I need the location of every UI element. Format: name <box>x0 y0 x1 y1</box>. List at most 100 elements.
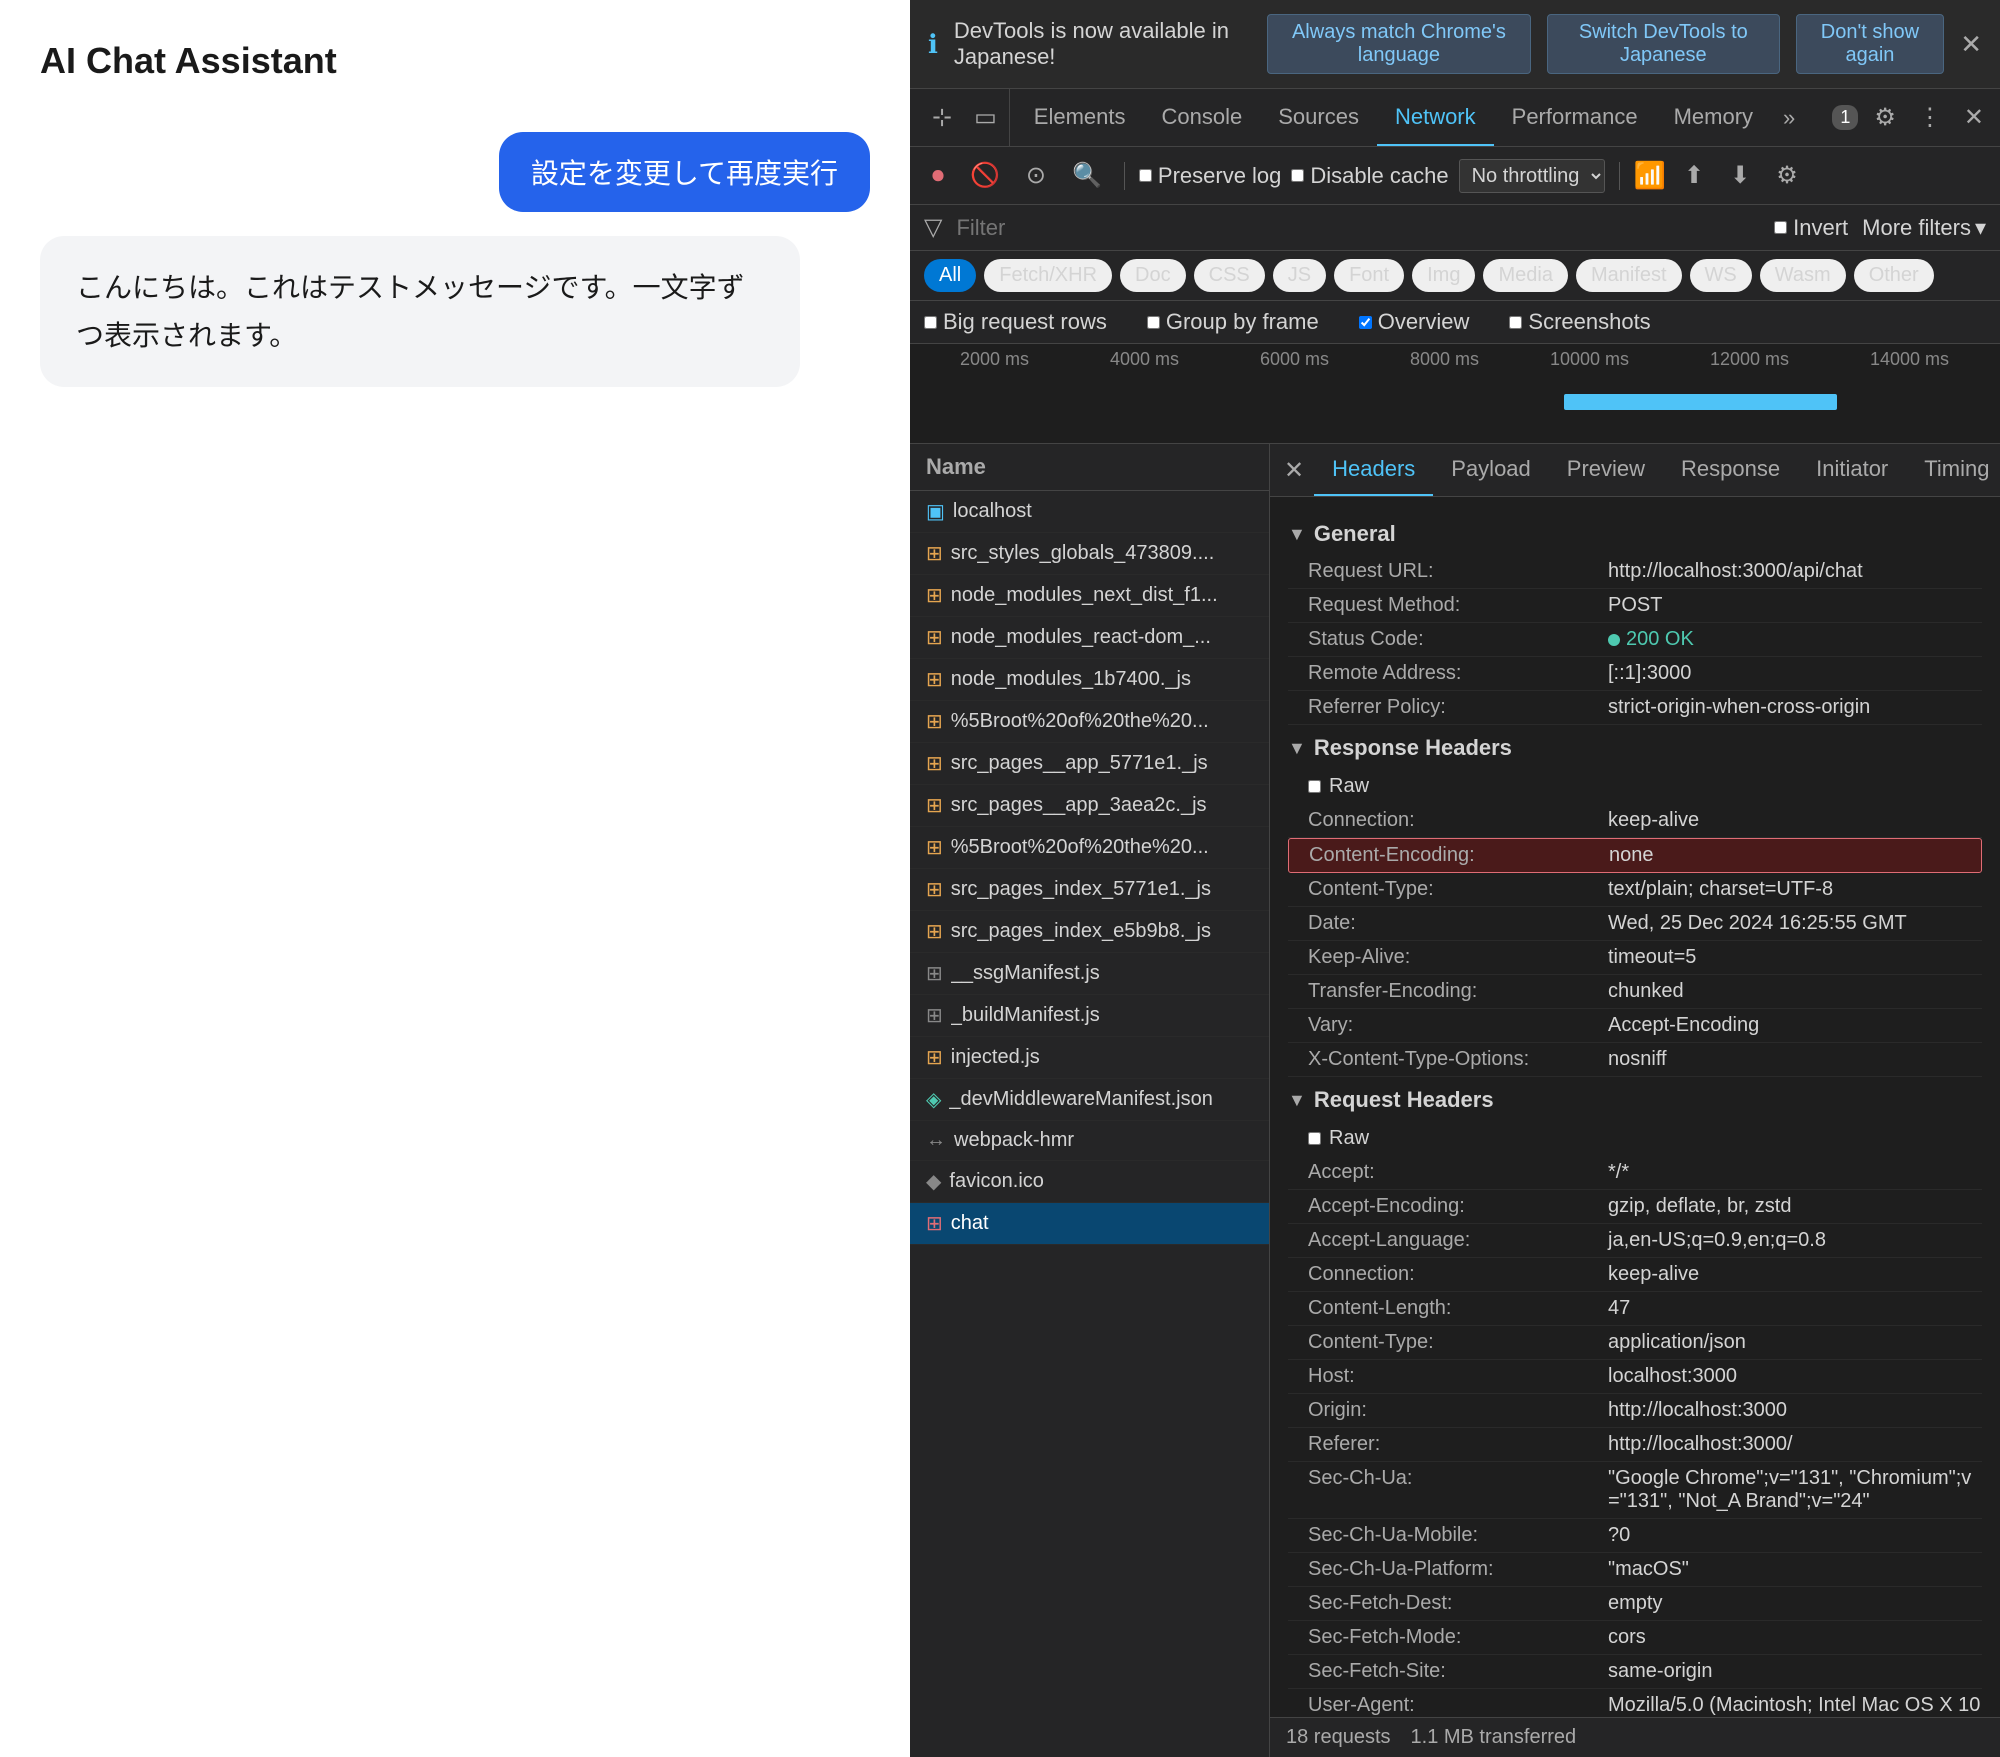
throttle-select[interactable]: No throttling <box>1459 159 1605 193</box>
list-item[interactable]: ⊞ %5Broot%20of%20the%20... <box>910 701 1269 743</box>
more-filters-btn[interactable]: More filters ▾ <box>1862 215 1986 241</box>
overview-checkbox[interactable] <box>1359 316 1372 329</box>
list-item[interactable]: ⊞ src_pages__app_5771e1._js <box>910 743 1269 785</box>
type-btn-wasm[interactable]: Wasm <box>1760 259 1846 292</box>
list-item[interactable]: ⊞ node_modules_next_dist_f1... <box>910 575 1269 617</box>
type-btn-img[interactable]: Img <box>1412 259 1475 292</box>
group-by-frame-checkbox[interactable] <box>1147 316 1160 329</box>
disable-cache-text: Disable cache <box>1310 163 1448 189</box>
filter-input[interactable] <box>956 215 1760 241</box>
detail-tab-preview[interactable]: Preview <box>1549 444 1663 496</box>
devtools-cursor-icon[interactable]: ⊹ <box>926 99 958 136</box>
list-item[interactable]: ◆ favicon.ico <box>910 1161 1269 1203</box>
filter-icon[interactable]: ⊙ <box>1018 157 1054 194</box>
detail-row: Connection: keep-alive <box>1288 1258 1982 1292</box>
list-item[interactable]: ⊞ injected.js <box>910 1037 1269 1079</box>
detail-label: Accept: <box>1308 1161 1608 1184</box>
screenshots-label[interactable]: Screenshots <box>1509 309 1650 335</box>
list-item[interactable]: ↔ webpack-hmr <box>910 1121 1269 1161</box>
file-type-icon: ↔ <box>926 1129 946 1152</box>
settings-icon[interactable]: ⚙ <box>1868 99 1902 136</box>
big-request-rows-label[interactable]: Big request rows <box>924 309 1107 335</box>
list-item-chat[interactable]: ⊞ chat <box>910 1203 1269 1245</box>
raw-label: Raw <box>1329 775 1369 798</box>
devtools-device-icon[interactable]: ▭ <box>968 99 1003 136</box>
detail-tab-headers[interactable]: Headers <box>1314 444 1433 496</box>
tab-memory[interactable]: Memory <box>1656 90 1771 146</box>
screenshots-checkbox[interactable] <box>1509 316 1522 329</box>
detail-label: Transfer-Encoding: <box>1308 980 1608 1003</box>
always-match-btn[interactable]: Always match Chrome's language <box>1267 14 1531 74</box>
tab-performance[interactable]: Performance <box>1494 90 1656 146</box>
preserve-log-label[interactable]: Preserve log <box>1139 163 1282 189</box>
type-btn-ws[interactable]: WS <box>1690 259 1752 292</box>
close-devtools-icon[interactable]: ✕ <box>1958 99 1990 136</box>
detail-row: Connection: keep-alive <box>1288 804 1982 838</box>
file-name: node_modules_next_dist_f1... <box>951 584 1218 607</box>
more-filters-text: More filters <box>1862 215 1971 241</box>
detail-value: keep-alive <box>1608 809 1699 832</box>
file-type-icon: ⊞ <box>926 751 943 776</box>
preserve-log-checkbox[interactable] <box>1139 169 1152 182</box>
details-close-btn[interactable]: ✕ <box>1284 456 1304 485</box>
list-item[interactable]: ⊞ node_modules_1b7400._js <box>910 659 1269 701</box>
record-btn[interactable]: ⏺ <box>924 158 952 194</box>
detail-row: Keep-Alive: timeout=5 <box>1288 941 1982 975</box>
preserve-log-text: Preserve log <box>1158 163 1282 189</box>
type-btn-doc[interactable]: Doc <box>1120 259 1186 292</box>
raw-checkbox-input[interactable] <box>1308 780 1321 793</box>
invert-label[interactable]: Invert <box>1774 215 1848 241</box>
list-item[interactable]: ⊞ _buildManifest.js <box>910 995 1269 1037</box>
tab-bar: ⊹ ▭ Elements Console Sources Network Per… <box>910 89 2000 147</box>
more-options-icon[interactable]: ⋮ <box>1912 99 1948 136</box>
detail-label: Sec-Ch-Ua: <box>1308 1467 1608 1490</box>
search-btn[interactable]: 🔍 <box>1064 157 1110 194</box>
import-icon[interactable]: ⬇ <box>1722 157 1758 194</box>
tab-sources[interactable]: Sources <box>1260 90 1377 146</box>
raw-request-checkbox-input[interactable] <box>1308 1132 1321 1145</box>
detail-tab-timing[interactable]: Timing <box>1906 444 2000 496</box>
list-item[interactable]: ◈ _devMiddlewareManifest.json <box>910 1079 1269 1121</box>
switch-devtools-btn[interactable]: Switch DevTools to Japanese <box>1547 14 1780 74</box>
tab-more[interactable]: » <box>1771 95 1807 141</box>
big-request-rows-checkbox[interactable] <box>924 316 937 329</box>
clear-btn[interactable]: 🚫 <box>962 157 1008 194</box>
list-item[interactable]: ⊞ src_pages_index_5771e1._js <box>910 869 1269 911</box>
type-btn-css[interactable]: CSS <box>1194 259 1265 292</box>
tab-console[interactable]: Console <box>1144 90 1261 146</box>
detail-tab-payload[interactable]: Payload <box>1433 444 1549 496</box>
file-type-icon: ⊞ <box>926 1003 943 1028</box>
type-btn-all[interactable]: All <box>924 259 976 292</box>
detail-label: Referrer Policy: <box>1308 696 1608 719</box>
list-item[interactable]: ⊞ src_styles_globals_473809.... <box>910 533 1269 575</box>
list-item[interactable]: ⊞ src_pages_index_e5b9b8._js <box>910 911 1269 953</box>
disable-cache-checkbox[interactable] <box>1291 169 1304 182</box>
type-btn-other[interactable]: Other <box>1854 259 1934 292</box>
main-content: Name ▣ localhost ⊞ src_styles_globals_47… <box>910 444 2000 1757</box>
type-btn-fetch[interactable]: Fetch/XHR <box>984 259 1112 292</box>
list-item[interactable]: ⊞ __ssgManifest.js <box>910 953 1269 995</box>
list-item[interactable]: ⊞ %5Broot%20of%20the%20... <box>910 827 1269 869</box>
disable-cache-label[interactable]: Disable cache <box>1291 163 1448 189</box>
list-item[interactable]: ▣ localhost <box>910 491 1269 533</box>
type-btn-font[interactable]: Font <box>1334 259 1404 292</box>
detail-tab-initiator[interactable]: Initiator <box>1798 444 1906 496</box>
tab-elements[interactable]: Elements <box>1016 90 1144 146</box>
detail-label: Sec-Fetch-Mode: <box>1308 1626 1608 1649</box>
overview-label[interactable]: Overview <box>1359 309 1470 335</box>
group-by-frame-label[interactable]: Group by frame <box>1147 309 1319 335</box>
sep2 <box>1619 162 1620 190</box>
dont-show-again-btn[interactable]: Don't show again <box>1796 14 1945 74</box>
tab-network[interactable]: Network <box>1377 90 1494 146</box>
detail-tab-response[interactable]: Response <box>1663 444 1798 496</box>
invert-checkbox[interactable] <box>1774 221 1787 234</box>
detail-value: http://localhost:3000/ <box>1608 1433 1793 1456</box>
settings-network-icon[interactable]: ⚙ <box>1768 157 1806 194</box>
list-item[interactable]: ⊞ node_modules_react-dom_... <box>910 617 1269 659</box>
type-btn-manifest[interactable]: Manifest <box>1576 259 1682 292</box>
type-btn-js[interactable]: JS <box>1273 259 1326 292</box>
export-icon[interactable]: ⬆ <box>1676 157 1712 194</box>
list-item[interactable]: ⊞ src_pages__app_3aea2c._js <box>910 785 1269 827</box>
type-btn-media[interactable]: Media <box>1483 259 1567 292</box>
info-bar-close[interactable]: ✕ <box>1960 29 1982 60</box>
